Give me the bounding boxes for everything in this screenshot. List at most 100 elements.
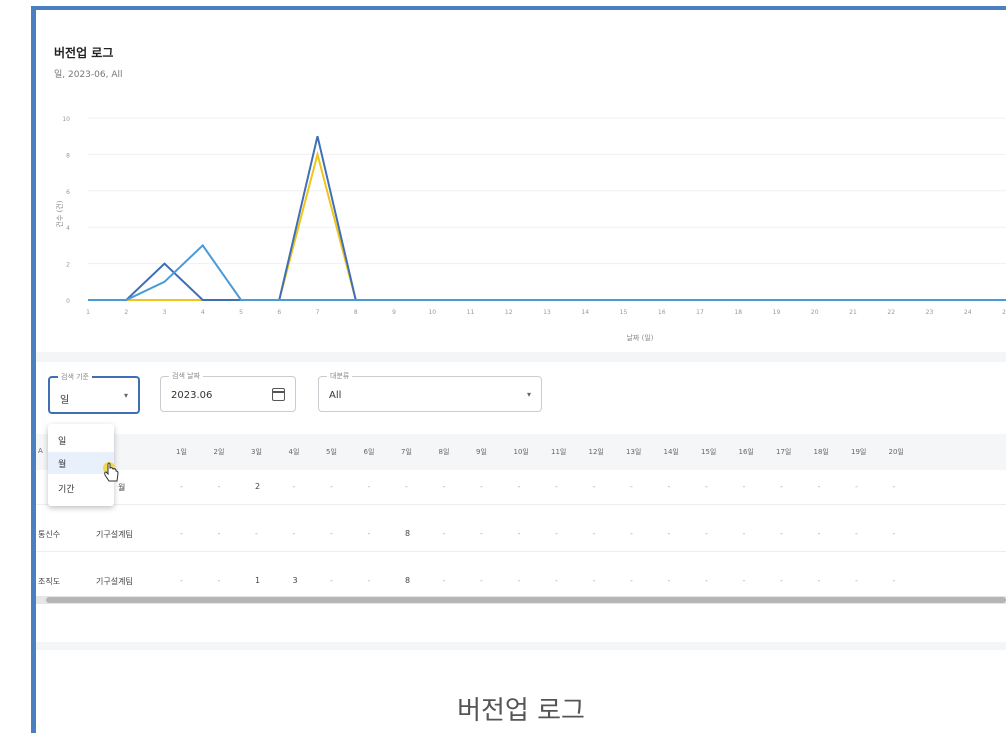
dropdown-option-range[interactable]: 기간 <box>58 482 75 495</box>
table-cell: - <box>855 482 858 491</box>
table-cell: - <box>442 529 446 538</box>
table-cell: - <box>480 482 483 491</box>
table-cell: 1 <box>255 576 261 585</box>
table-header-cell[interactable]: 1일 <box>176 447 187 457</box>
table-header-cell[interactable]: 8일 <box>439 447 450 457</box>
x-tick-label: 24 <box>964 309 972 316</box>
table-cell: - <box>780 482 783 491</box>
table-cell: - <box>592 576 596 585</box>
table-header-cell[interactable]: 14일 <box>664 447 679 457</box>
table-cell: - <box>555 576 558 585</box>
table-cell: - <box>330 529 333 538</box>
x-tick-label: 8 <box>354 309 358 316</box>
chart-card: 버전업 로그 일, 2023-06, All 건수 (건) 날짜 (일) 024… <box>40 14 1006 352</box>
y-tick-label: 4 <box>66 225 70 232</box>
table-cell: - <box>892 576 896 585</box>
table-cell: - <box>630 529 633 538</box>
y-tick-label: 8 <box>66 152 70 159</box>
table-cell: - <box>592 482 596 491</box>
x-tick-label: 4 <box>201 309 205 316</box>
date-picker-label: 검색 날짜 <box>169 371 203 381</box>
table-cell: - <box>367 482 371 491</box>
table-row[interactable]: 월--2----------------- <box>36 470 1006 505</box>
table-header-cell[interactable]: 6일 <box>364 447 375 457</box>
horizontal-scrollbar[interactable] <box>36 596 1006 604</box>
table-cell: - <box>667 482 671 491</box>
table-header-cell[interactable]: 2일 <box>214 447 225 457</box>
table-cell: - <box>742 529 746 538</box>
table-cell: - <box>517 576 521 585</box>
x-tick-label: 7 <box>316 309 320 316</box>
x-tick-label: 17 <box>696 309 704 316</box>
table-header-cell[interactable]: 15일 <box>701 447 716 457</box>
x-tick-label: 14 <box>581 309 589 316</box>
table-cell: - <box>705 482 708 491</box>
table-cell: - <box>855 529 858 538</box>
table-cell: - <box>780 576 783 585</box>
period-select[interactable]: 검색 기준 일 ▾ <box>48 372 140 414</box>
x-tick-label: 23 <box>926 309 934 316</box>
dropdown-option-day[interactable]: 일 <box>58 434 66 447</box>
x-tick-label: 25 <box>1002 309 1006 316</box>
row-name-cell: 통신수 <box>38 530 61 539</box>
table-cell: - <box>817 576 821 585</box>
category-select[interactable]: 대분류 All ▾ <box>318 371 542 412</box>
dropdown-option-month[interactable]: 월 <box>58 457 66 470</box>
x-tick-label: 9 <box>392 309 396 316</box>
row-name-cell: 조직도 <box>38 577 61 586</box>
row-type-cell: 기구설계팀 <box>96 577 133 586</box>
table-cell: - <box>592 529 596 538</box>
x-tick-label: 19 <box>773 309 781 316</box>
x-tick-label: 16 <box>658 309 666 316</box>
table-cell: - <box>217 482 221 491</box>
series-line-2 <box>88 243 1006 301</box>
date-picker-value: 2023.06 <box>171 390 213 401</box>
table-row[interactable]: 조직도 기구설계팀 - - 1 3 - - 8 - - - - - - - - - - - - - <box>36 564 1006 599</box>
table-header-cell[interactable]: 20일 <box>889 447 904 457</box>
table-cell: - <box>180 529 183 538</box>
table-cell: - <box>367 576 371 585</box>
table-cell: - <box>630 576 633 585</box>
chevron-down-icon: ▾ <box>123 391 128 400</box>
table-cell: - <box>667 576 671 585</box>
table-header-cell[interactable]: 16일 <box>739 447 754 457</box>
category-select-label: 대분류 <box>327 371 353 381</box>
y-tick-label: 2 <box>66 262 70 269</box>
table-header-cell[interactable]: 5일 <box>326 447 337 457</box>
table-row[interactable]: 통신수 기구설계팀 - - - - - - 8 - - - - - - - - - - - - - <box>36 517 1006 552</box>
table-header-cell[interactable]: 7일 <box>401 447 412 457</box>
table-header-cell[interactable]: 11일 <box>551 447 566 457</box>
date-picker-field[interactable]: 검색 날짜 2023.06 <box>160 371 296 412</box>
hand-cursor-icon <box>103 462 119 482</box>
table-header-cell[interactable]: 4일 <box>289 447 300 457</box>
table-header-cell[interactable]: 3일 <box>251 447 262 457</box>
table-cell: - <box>780 529 783 538</box>
table-header-cell[interactable]: 18일 <box>814 447 829 457</box>
table-cell: - <box>330 482 333 491</box>
table-cell: - <box>292 529 296 538</box>
table-header-cell[interactable]: 10일 <box>514 447 529 457</box>
x-tick-label: 5 <box>239 309 243 316</box>
calendar-icon[interactable] <box>272 388 285 401</box>
table-cell: - <box>217 576 221 585</box>
x-tick-label: 15 <box>620 309 628 316</box>
table-cell: - <box>892 482 896 491</box>
x-tick-label: 21 <box>849 309 857 316</box>
app-window: 버전업 로그 일, 2023-06, All 건수 (건) 날짜 (일) 024… <box>36 10 1006 733</box>
table-header-cell[interactable]: 12일 <box>589 447 604 457</box>
y-tick-label: 0 <box>66 298 70 305</box>
table-header-cell[interactable]: 17일 <box>776 447 791 457</box>
data-table: A 1일 2일 3일 4일 5일 6일 7일 8일 9일 10일 11일 12일 13일 14일 15일 16일… <box>36 434 1006 604</box>
x-tick-label: 11 <box>467 309 475 316</box>
table-header-cell[interactable]: 13일 <box>626 447 641 457</box>
scrollbar-thumb[interactable] <box>46 597 1006 603</box>
y-tick-label: 10 <box>62 116 70 123</box>
table-cell: 2 <box>255 482 261 491</box>
table-cell: - <box>517 529 521 538</box>
table-cell: - <box>517 482 521 491</box>
table-header-cell[interactable]: 9일 <box>476 447 487 457</box>
table-header-corner: A <box>38 447 43 455</box>
line-chart: 건수 (건) 날짜 (일) 02468101 2 3 4 5 6 7 8 9 10 11 12 13 14… <box>55 116 1006 342</box>
series-line-1 <box>88 135 1006 301</box>
table-header-cell[interactable]: 19일 <box>851 447 866 457</box>
